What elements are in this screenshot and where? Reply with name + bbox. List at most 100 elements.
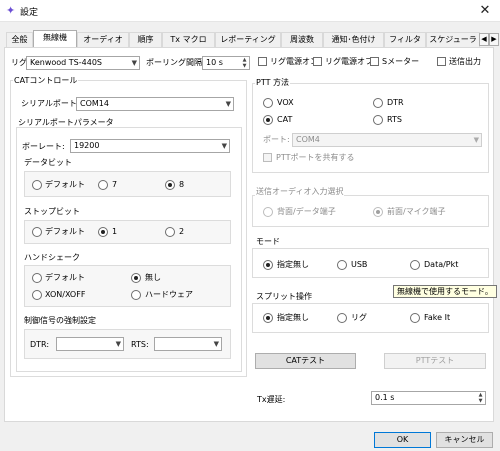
rig-power-off-label: リグ電源オフ [325, 57, 373, 66]
chevron-down-icon: ▼ [473, 136, 479, 144]
share-ptt-port-label: PTTポートを共有する [276, 153, 355, 162]
tab-radio[interactable]: 無線機 [33, 30, 77, 47]
rig-power-off-checkbox[interactable] [313, 57, 322, 66]
handshake-xonxoff-radio[interactable] [32, 290, 42, 300]
tx-power-label: 送信出力 [449, 57, 481, 66]
mode-none-radio[interactable] [263, 260, 273, 270]
tab-reporting[interactable]: レポーティング [215, 32, 281, 47]
poll-interval-value: 10 s [206, 58, 223, 67]
tab-scheduler[interactable]: スケジューラ [426, 32, 480, 47]
split-fakeit-radio[interactable] [410, 313, 420, 323]
data-bits-title: データビット [24, 158, 72, 167]
ptt-port-value: COM4 [296, 135, 320, 144]
ptt-rts-radio[interactable] [373, 115, 383, 125]
split-none-radio[interactable] [263, 313, 273, 323]
audio-rear-label: 背面/データ端子 [277, 207, 336, 216]
tx-power-checkbox[interactable] [437, 57, 446, 66]
handshake-none-radio[interactable] [131, 273, 141, 283]
audio-front-radio[interactable] [373, 207, 383, 217]
window-title: 設定 [20, 8, 39, 18]
split-operation-title: スプリット操作 [255, 292, 313, 302]
title-bar: ✦ 設定 ✕ [0, 0, 500, 22]
ptt-vox-radio[interactable] [263, 98, 273, 108]
chevron-down-icon: ▼ [115, 340, 121, 348]
tab-general[interactable]: 全般 [6, 32, 33, 47]
data-bits-default-label: デフォルト [45, 180, 85, 189]
data-bits-default-radio[interactable] [32, 180, 42, 190]
rig-select[interactable]: Kenwood TS-440S ▼ [26, 56, 140, 70]
ptt-cat-label: CAT [277, 115, 293, 124]
stop-bits-2-radio[interactable] [165, 227, 175, 237]
ptt-port-label: ポート: [263, 135, 290, 144]
ok-button[interactable]: OK [374, 432, 431, 448]
ptt-test-button[interactable]: PTTテスト [384, 353, 486, 369]
tab-tx-macros[interactable]: Tx マクロ [162, 32, 215, 47]
handshake-default-label: デフォルト [45, 273, 85, 282]
tab-scroll-left-button[interactable]: ◀ [479, 33, 489, 46]
audio-front-label: 前面/マイク端子 [387, 207, 446, 216]
handshake-hardware-radio[interactable] [131, 290, 141, 300]
baud-rate-label: ボーレート: [22, 142, 65, 151]
rig-power-on-label: リグ電源オン [270, 57, 318, 66]
chevron-down-icon: ▼ [213, 340, 219, 348]
tx-delay-value: 0.1 s [375, 393, 395, 402]
split-fakeit-label: Fake It [424, 313, 451, 322]
data-bits-7-radio[interactable] [98, 180, 108, 190]
ptt-rts-label: RTS [387, 115, 402, 124]
handshake-default-radio[interactable] [32, 273, 42, 283]
tab-audio[interactable]: オーディオ [77, 32, 129, 47]
handshake-group [24, 265, 231, 307]
mode-datapkt-radio[interactable] [410, 260, 420, 270]
rig-value: Kenwood TS-440S [30, 58, 102, 67]
handshake-xonxoff-label: XON/XOFF [45, 290, 86, 299]
data-bits-8-radio[interactable] [165, 180, 175, 190]
cat-test-button[interactable]: CATテスト [255, 353, 356, 369]
tab-filter[interactable]: フィルタ [384, 32, 426, 47]
mode-tooltip: 無線機で使用するモード。 [393, 285, 497, 298]
cancel-button[interactable]: キャンセル [436, 432, 493, 448]
mode-usb-radio[interactable] [337, 260, 347, 270]
chevron-down-icon: ▼ [221, 142, 227, 150]
serial-port-value: COM14 [80, 99, 109, 108]
ptt-method-title: PTT 方法 [255, 78, 290, 88]
ptt-port-select[interactable]: COM4 ▼ [292, 133, 482, 147]
mode-usb-label: USB [351, 260, 368, 269]
close-icon[interactable]: ✕ [472, 2, 498, 20]
app-icon: ✦ [6, 4, 16, 17]
chevron-down-icon: ▼ [225, 100, 231, 108]
mode-title: モード [255, 237, 281, 247]
mode-none-label: 指定無し [277, 260, 309, 269]
ptt-dtr-radio[interactable] [373, 98, 383, 108]
rts-select[interactable]: ▼ [154, 337, 222, 351]
data-bits-7-label: 7 [112, 180, 118, 189]
handshake-title: ハンドシェーク [24, 253, 80, 262]
tab-sequencing[interactable]: 順序 [129, 32, 162, 47]
split-none-label: 指定無し [277, 313, 309, 322]
stop-bits-default-label: デフォルト [45, 227, 85, 236]
stop-bits-1-label: 1 [112, 227, 118, 236]
stop-bits-1-radio[interactable] [98, 227, 108, 237]
serial-port-label: シリアルポート: [21, 99, 80, 108]
rig-power-on-checkbox[interactable] [258, 57, 267, 66]
tx-delay-spinner[interactable]: 0.1 s ▲ ▼ [371, 391, 486, 405]
poll-interval-spinner[interactable]: 10 s ▲ ▼ [202, 56, 250, 70]
spin-down-icon[interactable]: ▼ [240, 63, 249, 69]
baud-rate-value: 19200 [74, 141, 100, 150]
serial-port-select[interactable]: COM14 ▼ [76, 97, 234, 111]
stop-bits-default-radio[interactable] [32, 227, 42, 237]
dtr-select[interactable]: ▼ [56, 337, 124, 351]
share-ptt-port-checkbox[interactable] [263, 153, 272, 162]
spin-down-icon[interactable]: ▼ [476, 398, 485, 404]
tab-frequencies[interactable]: 周波数 [281, 32, 323, 47]
poll-interval-label: ポーリング間隔: [146, 58, 205, 67]
split-rig-radio[interactable] [337, 313, 347, 323]
audio-rear-radio[interactable] [263, 207, 273, 217]
s-meter-checkbox[interactable] [370, 57, 379, 66]
tab-colors[interactable]: 通知･色付け [323, 32, 384, 47]
baud-rate-select[interactable]: 19200 ▼ [70, 139, 230, 153]
tab-scroll-right-button[interactable]: ▶ [489, 33, 499, 46]
handshake-none-label: 無し [145, 273, 161, 282]
split-rig-label: リグ [351, 313, 367, 322]
ptt-dtr-label: DTR [387, 98, 404, 107]
ptt-cat-radio[interactable] [263, 115, 273, 125]
